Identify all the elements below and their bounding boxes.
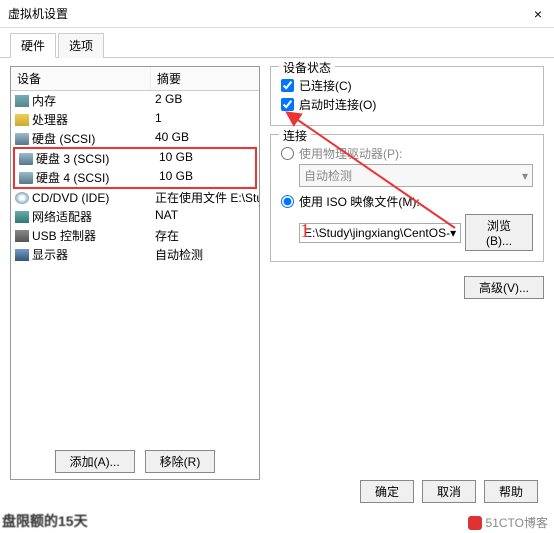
device-name: 内存 xyxy=(32,92,56,109)
watermark-logo-icon xyxy=(468,516,482,530)
device-summary: 40 GB xyxy=(151,129,259,148)
ok-button[interactable]: 确定 xyxy=(360,480,414,503)
device-row[interactable]: USB 控制器 存在 xyxy=(11,226,259,245)
cancel-button[interactable]: 取消 xyxy=(422,480,476,503)
iso-path-value: E:\Study\jingxiang\CentOS- xyxy=(304,226,450,240)
ic-disk-icon xyxy=(15,133,29,145)
connection-group: 连接 使用物理驱动器(P): 自动检测 ▾ 使用 ISO 映像文件(M): E:… xyxy=(270,134,544,262)
physical-drive-select: 自动检测 ▾ xyxy=(299,164,533,187)
ic-cd-icon xyxy=(15,192,29,204)
device-summary: 2 GB xyxy=(151,91,259,110)
device-name: 处理器 xyxy=(32,111,68,128)
col-summary[interactable]: 摘要 xyxy=(151,67,259,90)
device-row[interactable]: 硬盘 (SCSI) 40 GB xyxy=(11,129,259,148)
ic-disk-icon xyxy=(19,153,33,165)
window-title: 虚拟机设置 xyxy=(8,5,68,22)
device-row[interactable]: 处理器 1 xyxy=(11,110,259,129)
remove-button[interactable]: 移除(R) xyxy=(145,450,216,473)
device-name: 硬盘 (SCSI) xyxy=(32,130,95,147)
device-name: CD/DVD (IDE) xyxy=(32,191,109,205)
device-summary: NAT xyxy=(151,207,259,226)
ic-net-icon xyxy=(15,211,29,223)
checkbox-connect-at-power-label: 启动时连接(O) xyxy=(299,96,376,113)
radio-use-iso[interactable]: 使用 ISO 映像文件(M): xyxy=(281,193,533,210)
ic-cpu-icon xyxy=(15,114,29,126)
ic-disk-icon xyxy=(19,172,33,184)
device-row[interactable]: CD/DVD (IDE) 正在使用文件 E:\Study\jingxian... xyxy=(11,188,259,207)
radio-use-iso-label: 使用 ISO 映像文件(M): xyxy=(299,193,420,210)
chevron-down-icon: ▾ xyxy=(522,169,528,183)
device-list-header: 设备 摘要 xyxy=(11,67,259,91)
device-summary: 10 GB xyxy=(155,149,255,168)
device-status-group: 设备状态 已连接(C) 启动时连接(O) xyxy=(270,66,544,126)
advanced-button[interactable]: 高级(V)... xyxy=(464,276,544,299)
tab-options[interactable]: 选项 xyxy=(58,33,104,58)
checkbox-connected[interactable]: 已连接(C) xyxy=(281,77,533,94)
device-row[interactable]: 显示器 自动检测 xyxy=(11,245,259,264)
radio-physical-drive-input[interactable] xyxy=(281,147,294,160)
device-summary: 1 xyxy=(151,110,259,129)
close-icon[interactable]: × xyxy=(530,6,546,22)
device-name: 硬盘 4 (SCSI) xyxy=(36,169,109,186)
browse-button[interactable]: 浏览(B)... xyxy=(465,214,533,251)
tab-hardware[interactable]: 硬件 xyxy=(10,33,56,58)
checkbox-connect-at-power-input[interactable] xyxy=(281,98,294,111)
device-row[interactable]: 硬盘 4 (SCSI) 10 GB xyxy=(15,168,255,187)
chevron-down-icon[interactable]: ▾ xyxy=(450,226,456,240)
device-summary: 存在 xyxy=(151,226,259,245)
device-name: 显示器 xyxy=(32,246,68,263)
physical-drive-value: 自动检测 xyxy=(304,167,352,184)
iso-path-select[interactable]: E:\Study\jingxiang\CentOS- ▾ xyxy=(299,223,461,243)
ic-mem-icon xyxy=(15,95,29,107)
device-name: USB 控制器 xyxy=(32,227,96,244)
device-name: 网络适配器 xyxy=(32,208,92,225)
col-device[interactable]: 设备 xyxy=(11,67,151,90)
device-summary: 自动检测 xyxy=(151,245,259,264)
checkbox-connected-input[interactable] xyxy=(281,79,294,92)
device-summary: 正在使用文件 E:\Study\jingxian... xyxy=(151,188,259,207)
device-row[interactable]: 网络适配器 NAT xyxy=(11,207,259,226)
ic-disp-icon xyxy=(15,249,29,261)
radio-physical-drive[interactable]: 使用物理驱动器(P): xyxy=(281,145,533,162)
radio-use-iso-input[interactable] xyxy=(281,195,294,208)
checkbox-connected-label: 已连接(C) xyxy=(299,77,352,94)
watermark-text: 51CTO博客 xyxy=(486,514,548,531)
device-row[interactable]: 硬盘 3 (SCSI) 10 GB xyxy=(15,149,255,168)
device-summary: 10 GB xyxy=(155,168,255,187)
add-button[interactable]: 添加(A)... xyxy=(55,450,135,473)
watermark: 51CTO博客 xyxy=(468,514,548,531)
device-name: 硬盘 3 (SCSI) xyxy=(36,150,109,167)
device-list-panel: 设备 摘要 内存2 GB处理器1硬盘 (SCSI)40 GB硬盘 3 (SCSI… xyxy=(10,66,260,480)
device-row[interactable]: 内存 2 GB xyxy=(11,91,259,110)
highlight-box: 硬盘 3 (SCSI) 10 GB 硬盘 4 (SCSI) 10 GB xyxy=(13,147,257,189)
group-title-connection: 连接 xyxy=(279,127,311,144)
help-button[interactable]: 帮助 xyxy=(484,480,538,503)
ic-usb-icon xyxy=(15,230,29,242)
radio-physical-drive-label: 使用物理驱动器(P): xyxy=(299,145,402,162)
background-text: 盘限额的15天 xyxy=(2,511,88,531)
group-title-status: 设备状态 xyxy=(279,59,335,76)
checkbox-connect-at-power[interactable]: 启动时连接(O) xyxy=(281,96,533,113)
